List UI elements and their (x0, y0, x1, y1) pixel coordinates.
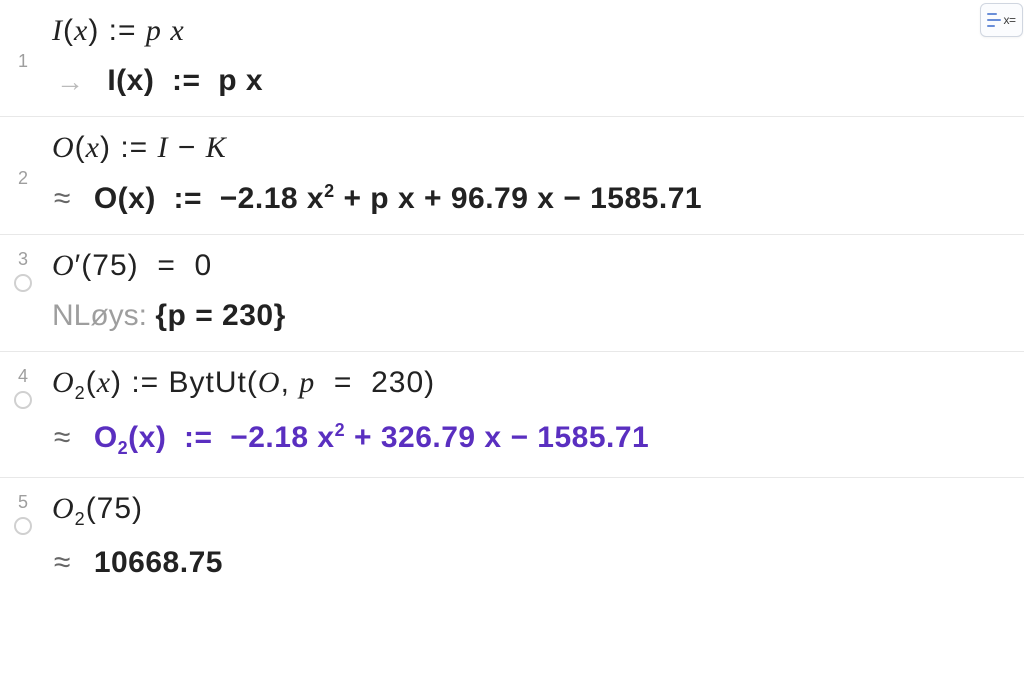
cell-input[interactable]: I(x) := p x (52, 10, 1018, 58)
approx-icon: ≈ (54, 421, 71, 455)
cas-cell[interactable]: 3 O′(75) = 0 NLøys: {p = 230} (0, 235, 1024, 352)
cell-gutter: 4 (0, 352, 46, 477)
keyboard-toggle-button[interactable]: x= (980, 3, 1023, 37)
cell-gutter: 2 (0, 117, 46, 234)
cell-output: → I(x) := p x (52, 58, 1018, 104)
marble-icon[interactable] (14, 274, 32, 292)
solve-label: NLøys: (52, 299, 155, 332)
cell-content[interactable]: O′(75) = 0 NLøys: {p = 230} (46, 235, 1024, 351)
list-icon (987, 13, 1001, 27)
cell-gutter: 3 (0, 235, 46, 351)
cell-output: NLøys: {p = 230} (52, 293, 1018, 339)
approx-icon: ≈ (54, 546, 71, 580)
cell-input[interactable]: O2(x) := BytUt(O, p = 230) (52, 362, 1018, 414)
cell-content[interactable]: O(x) := I − K ≈ O(x) := −2.18 x2 + p x +… (46, 117, 1024, 234)
cell-content[interactable]: I(x) := p x → I(x) := p x (46, 0, 1024, 116)
cell-number: 4 (18, 366, 28, 387)
cas-cell[interactable]: 5 O2(75) ≈ 10668.75 (0, 478, 1024, 598)
cell-number: 5 (18, 492, 28, 513)
marble-icon[interactable] (14, 391, 32, 409)
cell-output: ≈ O2(x) := −2.18 x2 + 326.79 x − 1585.71 (52, 414, 1018, 465)
cell-number: 1 (18, 51, 28, 72)
cas-cell[interactable]: 2 O(x) := I − K ≈ O(x) := −2.18 x2 + p x… (0, 117, 1024, 235)
cell-gutter: 1 (0, 0, 46, 116)
marble-icon[interactable] (14, 517, 32, 535)
cas-cell[interactable]: 4 O2(x) := BytUt(O, p = 230) ≈ O2(x) := … (0, 352, 1024, 478)
cell-output: ≈ 10668.75 (52, 540, 1018, 586)
approx-icon: ≈ (54, 182, 71, 216)
cell-gutter: 5 (0, 478, 46, 598)
keyboard-tab-label: x= (1003, 13, 1015, 27)
cas-view: x= 1 I(x) := p x → I(x) := p x 2 O(x) :=… (0, 0, 1024, 692)
cell-content[interactable]: O2(75) ≈ 10668.75 (46, 478, 1024, 598)
cell-input[interactable]: O′(75) = 0 (52, 245, 1018, 293)
cell-content[interactable]: O2(x) := BytUt(O, p = 230) ≈ O2(x) := −2… (46, 352, 1024, 477)
cell-output: ≈ O(x) := −2.18 x2 + p x + 96.79 x − 158… (52, 175, 1018, 222)
cell-input[interactable]: O2(75) (52, 488, 1018, 540)
cell-number: 3 (18, 249, 28, 270)
cell-number: 2 (18, 168, 28, 189)
arrow-right-icon: → (56, 66, 85, 98)
cas-cell[interactable]: 1 I(x) := p x → I(x) := p x (0, 0, 1024, 117)
cell-input[interactable]: O(x) := I − K (52, 127, 1018, 175)
